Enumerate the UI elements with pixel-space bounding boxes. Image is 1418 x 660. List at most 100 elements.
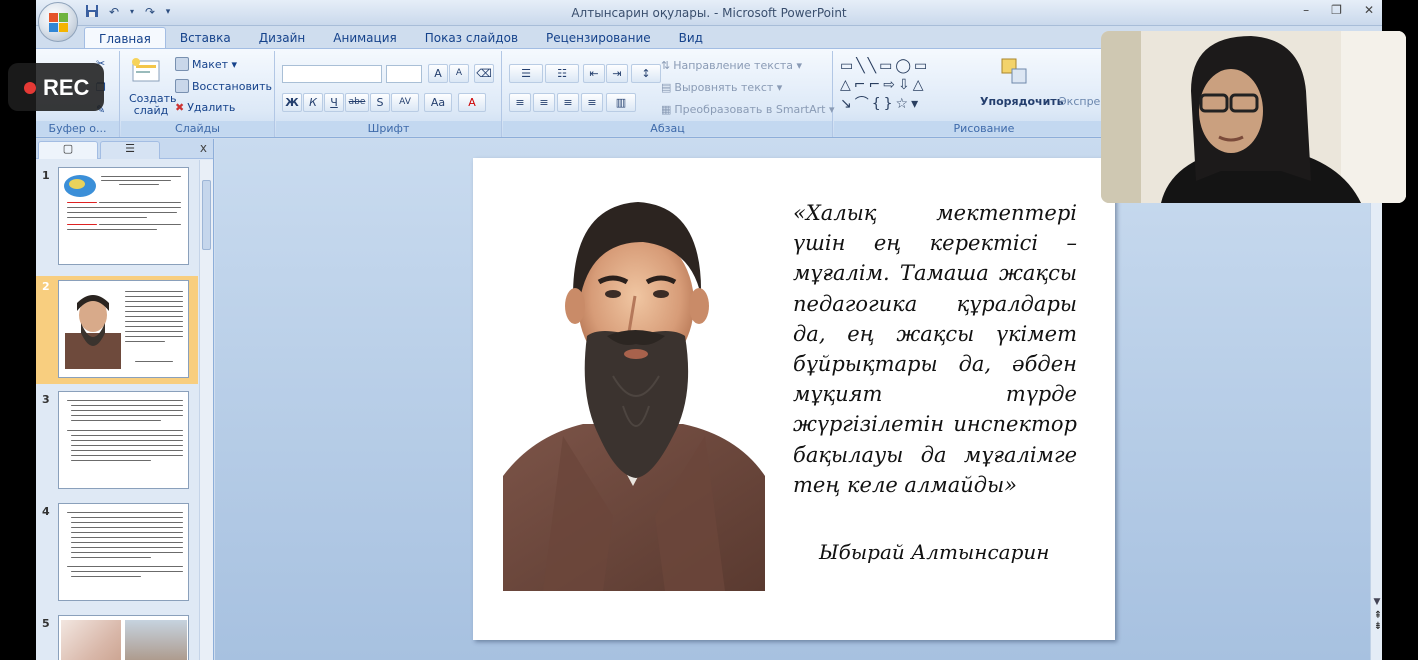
font-color-button[interactable]: A [458, 93, 486, 112]
tab-view[interactable]: Вид [665, 27, 717, 49]
next-slide-icon[interactable]: ⇟ [1372, 621, 1382, 632]
tab-design[interactable]: Дизайн [245, 27, 320, 49]
clear-format-icon[interactable]: ⌫ [474, 64, 494, 83]
building-image [125, 620, 187, 660]
shrink-font-button[interactable]: A [449, 64, 469, 83]
slide-preview [58, 615, 189, 660]
close-button[interactable]: ✕ [1364, 3, 1374, 17]
numbering-icon[interactable]: ☷ [545, 64, 579, 83]
current-slide[interactable]: «Халық мектептері үшін ең керектісі – мұ… [473, 158, 1115, 640]
slides-tab[interactable]: ▢ [38, 141, 98, 159]
quote-text[interactable]: «Халық мектептері үшін ең керектісі – мұ… [793, 198, 1077, 500]
justify-icon[interactable]: ≡ [581, 93, 603, 112]
drawing-group: ▭╲╲▭◯▭ △⌐⌐⇨⇩△ ↘⌒{}☆▾ Упорядочить Экспрес… [834, 51, 1134, 137]
smartart-button[interactable]: ▦ Преобразовать в SmartArt ▾ [661, 103, 835, 116]
shadow-button[interactable]: S [370, 93, 390, 112]
outline-icon: ☰ [125, 142, 135, 155]
delete-icon: ✖ [175, 101, 185, 114]
slides-pane: ▢ ☰ x 1 2 3 4 5 [36, 139, 214, 660]
underline-button[interactable]: Ч [324, 93, 344, 112]
tab-slideshow[interactable]: Показ слайдов [411, 27, 532, 49]
window-controls: – ❐ ✕ [1303, 3, 1374, 17]
shapes-gallery[interactable]: ▭╲╲▭◯▭ △⌐⌐⇨⇩△ ↘⌒{}☆▾ [840, 57, 964, 115]
slides-icon: ▢ [62, 142, 74, 155]
text-direction-button[interactable]: ⇅ Направление текста ▾ [661, 59, 802, 72]
align-right-icon[interactable]: ≡ [557, 93, 579, 112]
smartart-label: Преобразовать в SmartArt [674, 103, 826, 116]
title-bar: ↶ ▾ ↷ ▾ Алтынсарин оқулары. - Microsoft … [36, 0, 1382, 26]
char-spacing-button[interactable]: AV [391, 93, 419, 112]
line-spacing-icon[interactable]: ↕ [631, 64, 661, 83]
increase-indent-icon[interactable]: ⇥ [606, 64, 628, 83]
minimize-button[interactable]: – [1303, 3, 1309, 17]
record-dot-icon [24, 82, 36, 94]
pane-close-button[interactable]: x [200, 141, 207, 155]
grow-font-button[interactable]: A [428, 64, 448, 83]
slide-preview [58, 280, 189, 378]
slides-group: Создать слайд Макет ▾ Восстановить ✖ Удал… [121, 51, 275, 137]
reset-button[interactable]: Восстановить [175, 79, 272, 93]
arrange-button[interactable]: Упорядочить [980, 55, 1064, 115]
slide-number: 3 [42, 393, 50, 406]
tab-animation[interactable]: Анимация [319, 27, 410, 49]
page-nav-buttons: ⇞ ⇟ [1372, 610, 1382, 632]
font-group: A A ⌫ Ж К Ч abe S AV Aa A Шрифт [276, 51, 502, 137]
outline-tab[interactable]: ☰ [100, 141, 160, 159]
main-scrollbar[interactable]: ▼ [1370, 139, 1382, 660]
align-text-label: Выровнять текст [674, 81, 774, 94]
maximize-button[interactable]: ❐ [1331, 3, 1342, 17]
office-logo-icon [49, 13, 69, 33]
arrange-label: Упорядочить [980, 95, 1064, 108]
bold-button[interactable]: Ж [282, 93, 302, 112]
ribbon-tabs: Главная Вставка Дизайн Анимация Показ сл… [84, 27, 717, 49]
shapes-row-3: ↘⌒{}☆▾ [840, 96, 922, 112]
slide-preview [58, 391, 189, 489]
font-size-combo[interactable] [386, 65, 422, 83]
strike-button[interactable]: abe [345, 93, 369, 112]
align-left-icon[interactable]: ≡ [509, 93, 531, 112]
new-slide-icon [132, 58, 160, 82]
font-family-combo[interactable] [282, 65, 382, 83]
arrange-icon [1001, 58, 1027, 84]
tab-review[interactable]: Рецензирование [532, 27, 665, 49]
paragraph-group: ☰ ☷ ⇤ ⇥ ↕ ≡ ≡ ≡ ≡ ▥ ⇅ Направление текста … [503, 51, 835, 137]
slide-thumbnail-1[interactable]: 1 [36, 165, 198, 269]
slide-thumbnail-3[interactable]: 3 [36, 389, 198, 493]
recording-indicator: REC [8, 63, 104, 111]
layout-label: Макет [192, 58, 229, 71]
scroll-down-arrow-icon[interactable]: ▼ [1372, 597, 1382, 607]
tab-insert[interactable]: Вставка [166, 27, 245, 49]
globe-image [64, 175, 96, 197]
slide-thumbnail-2[interactable]: 2 [36, 276, 198, 384]
previous-slide-icon[interactable]: ⇞ [1372, 610, 1382, 621]
bullets-icon[interactable]: ☰ [509, 64, 543, 83]
quote-author[interactable]: Ыбырай Алтынсарин [819, 540, 1049, 564]
columns-icon[interactable]: ▥ [606, 93, 636, 112]
change-case-button[interactable]: Aa [424, 93, 452, 112]
delete-button[interactable]: ✖ Удалить [175, 101, 235, 114]
drawing-group-label: Рисование [834, 121, 1134, 136]
slide-thumbnail-4[interactable]: 4 [36, 501, 198, 605]
shapes-row-1: ▭╲╲▭◯▭ [840, 58, 931, 74]
pane-scrollbar[interactable] [199, 160, 213, 660]
office-button[interactable] [38, 2, 78, 42]
create-slide-button[interactable]: Создать слайд [125, 55, 177, 119]
align-center-icon[interactable]: ≡ [533, 93, 555, 112]
portrait-thumbnail [65, 295, 121, 369]
tab-home[interactable]: Главная [84, 27, 166, 49]
text-direction-icon: ⇅ [661, 59, 671, 72]
slide-number: 5 [42, 617, 50, 630]
smartart-icon: ▦ [661, 103, 672, 116]
align-text-icon: ▤ [661, 81, 672, 94]
slide-preview [58, 167, 189, 265]
italic-button[interactable]: К [303, 93, 323, 112]
recording-label: REC [43, 75, 90, 100]
align-text-button[interactable]: ▤ Выровнять текст ▾ [661, 81, 782, 94]
layout-button[interactable]: Макет ▾ [175, 57, 237, 71]
decrease-indent-icon[interactable]: ⇤ [583, 64, 605, 83]
layout-icon [175, 57, 189, 71]
pane-scroll-thumb[interactable] [202, 180, 211, 250]
shapes-row-2: △⌐⌐⇨⇩△ [840, 77, 927, 93]
slide-thumbnail-5[interactable]: 5 [36, 613, 198, 660]
create-slide-label: Создать слайд [129, 92, 177, 117]
